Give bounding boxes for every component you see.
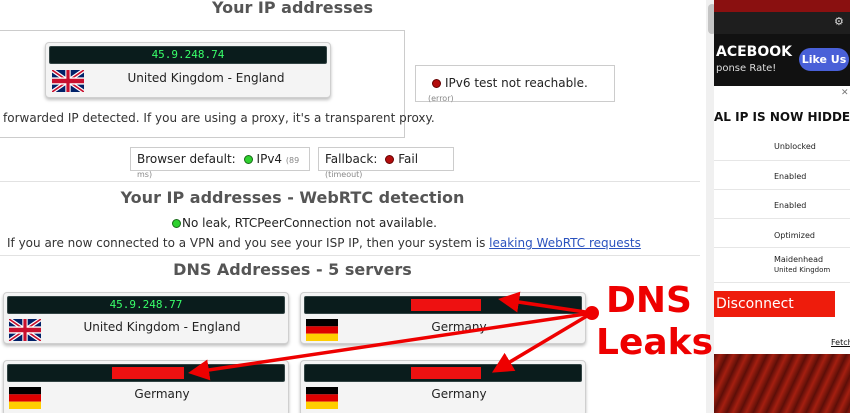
webrtc-info-text: If you are now connected to a VPN and yo… — [7, 236, 490, 250]
ip-location: United Kingdom - England — [127, 71, 285, 85]
vpn-background-art — [714, 354, 850, 413]
webrtc-status: No leak, RTCPeerConnection not available… — [172, 216, 437, 230]
leaking-webrtc-link[interactable]: leaking WebRTC requests — [489, 236, 641, 250]
webrtc-status-text: No leak, RTCPeerConnection not available… — [182, 216, 437, 230]
vpn-top-strip — [714, 0, 850, 12]
browser-default-box: Browser default: IPv4 (89 ms) — [130, 147, 310, 179]
uk-flag-icon — [9, 319, 41, 341]
close-icon[interactable]: ✕ — [841, 88, 849, 98]
dns-location: Germany — [431, 387, 487, 401]
section-title-dns: DNS Addresses - 5 servers — [173, 260, 412, 279]
divider — [0, 255, 700, 256]
redaction-bar — [411, 299, 481, 311]
status-ok-dot-icon — [243, 155, 253, 164]
browser-default-label: Browser default: — [137, 152, 236, 166]
primary-ip-card: 45.9.248.74 United Kingdom - England — [45, 42, 331, 98]
dns-ip-display: 45.9.248.77 — [7, 296, 285, 314]
dns-location: United Kingdom - England — [83, 320, 241, 334]
germany-flag-icon — [9, 387, 41, 409]
ipv6-note: (error) — [428, 94, 454, 103]
fallback-label: Fallback: — [325, 152, 378, 166]
ip-hidden-message: AL IP IS NOW HIDDEN — [714, 110, 850, 124]
status-value: Unblocked — [774, 142, 816, 151]
fallback-box: Fallback: Fail (timeout) — [318, 147, 454, 179]
ad-subtitle: ponse Rate! — [716, 63, 777, 74]
location-country: United Kingdom — [774, 266, 831, 274]
browser-default-value: IPv4 — [256, 152, 283, 166]
annotation-label: Leaks — [596, 322, 714, 363]
section-title-ip: Your IP addresses — [211, 0, 374, 17]
disconnect-button[interactable]: Disconnect — [714, 291, 835, 317]
dns-server-card: E Germany — [3, 360, 289, 413]
dns-server-card: E Germany — [300, 360, 586, 413]
divider — [0, 181, 700, 182]
status-value: Enabled — [774, 172, 807, 181]
fallback-value: Fail — [398, 152, 419, 166]
dns-location: Germany — [134, 387, 190, 401]
section-title-webrtc: Your IP addresses - WebRTC detection — [120, 188, 465, 207]
location-city: Maidenhead — [774, 255, 824, 264]
dns-location: Germany — [431, 320, 487, 334]
redaction-bar — [411, 367, 481, 379]
ipv6-status-box: IPv6 test not reachable. (error) — [415, 65, 615, 103]
ip-address-display: 45.9.248.74 — [49, 46, 327, 64]
gear-icon[interactable]: ⚙ — [834, 15, 844, 28]
ipv6-text: IPv6 test not reachable. — [445, 76, 588, 90]
fallback-note: (timeout) — [325, 170, 363, 179]
location-row: Maidenhead United Kingdom — [714, 249, 850, 283]
annotation-label: DNS — [606, 280, 692, 321]
dns-server-card: 45.9.248.77 United Kingdom - England — [3, 292, 289, 344]
germany-flag-icon — [306, 319, 338, 341]
ad-title: ACEBOOK — [716, 44, 792, 60]
webrtc-ok-dot-icon — [172, 219, 181, 228]
redaction-bar — [112, 367, 184, 379]
status-error-dot-icon — [432, 79, 441, 88]
status-row: Unblocked — [714, 133, 850, 161]
status-row: Enabled — [714, 191, 850, 219]
vpn-extension-panel: ⚙ ACEBOOK ponse Rate! Like Us ✕ AL IP IS… — [714, 0, 850, 413]
status-row: Enabled — [714, 162, 850, 190]
status-value: Enabled — [774, 201, 807, 210]
webrtc-info: If you are now connected to a VPN and yo… — [7, 236, 641, 250]
uk-flag-icon — [52, 70, 84, 92]
germany-flag-icon — [306, 387, 338, 409]
proxy-notice: forwarded IP detected. If you are using … — [3, 111, 435, 125]
status-row: Optimized — [714, 220, 850, 248]
status-fail-dot-icon — [385, 155, 395, 164]
ip-leak-test-page: Your IP addresses 45.9.248.74 United Kin… — [0, 0, 700, 413]
fetch-link[interactable]: Fetch — [831, 338, 850, 347]
status-value: Optimized — [774, 231, 815, 240]
dns-server-card: E Germany — [300, 292, 586, 344]
like-us-button[interactable]: Like Us — [799, 48, 849, 71]
